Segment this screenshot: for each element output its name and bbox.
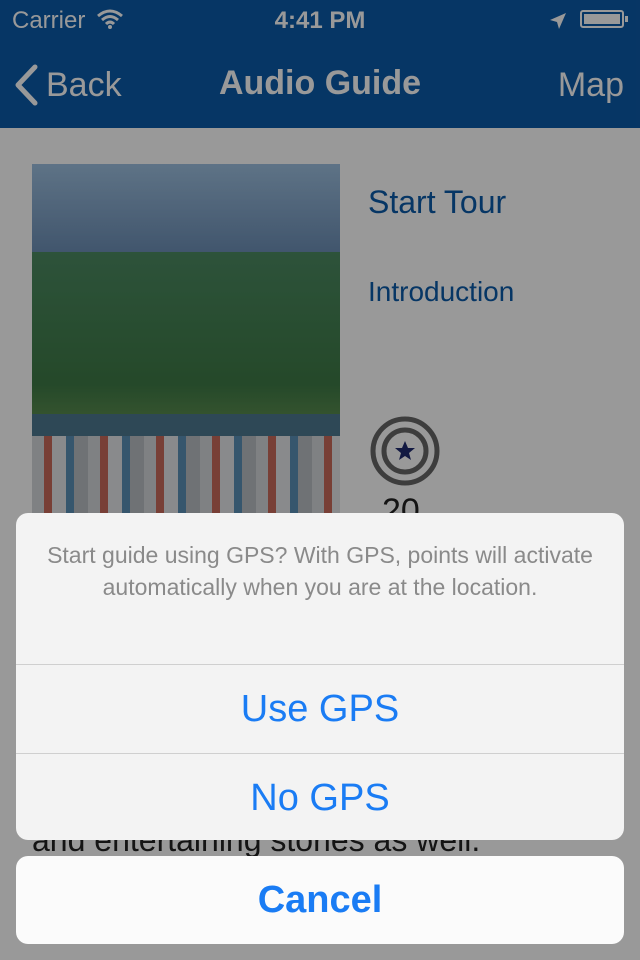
use-gps-button[interactable]: Use GPS bbox=[16, 665, 624, 754]
no-gps-button[interactable]: No GPS bbox=[16, 754, 624, 840]
screen: Carrier 4:41 PM Back Audio Guide Map Sta… bbox=[0, 0, 640, 960]
action-sheet-message: Start guide using GPS? With GPS, points … bbox=[16, 513, 624, 665]
gps-action-sheet: Start guide using GPS? With GPS, points … bbox=[16, 513, 624, 840]
cancel-button[interactable]: Cancel bbox=[16, 856, 624, 944]
